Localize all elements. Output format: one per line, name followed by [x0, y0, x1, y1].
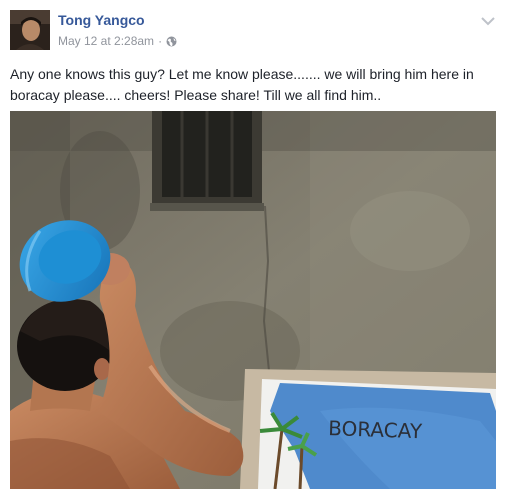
post-meta: May 12 at 2:28am · — [58, 34, 177, 48]
post-timestamp[interactable]: May 12 at 2:28am — [58, 34, 154, 48]
sign-text: BORACAY — [328, 416, 423, 443]
globe-icon[interactable] — [166, 36, 177, 47]
facebook-post: Tong Yangco May 12 at 2:28am · Any one k… — [0, 0, 507, 489]
post-body-text: Any one knows this guy? Let me know plea… — [10, 66, 474, 103]
post-photo[interactable]: BORACAY — [10, 111, 496, 489]
author-avatar[interactable] — [10, 10, 50, 50]
author-name-link[interactable]: Tong Yangco — [58, 12, 145, 28]
chevron-down-icon[interactable] — [481, 13, 495, 26]
meta-separator: · — [158, 34, 163, 48]
